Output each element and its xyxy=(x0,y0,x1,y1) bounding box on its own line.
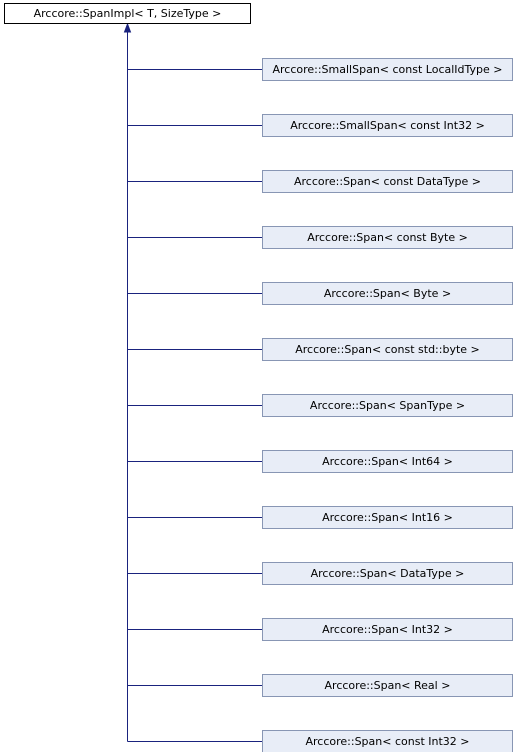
derived-class-label: Arccore::SmallSpan< const LocalIdType > xyxy=(272,63,502,76)
derived-class-node[interactable]: Arccore::Span< const Byte > xyxy=(262,226,513,249)
derived-class-label: Arccore::Span< DataType > xyxy=(311,567,465,580)
derived-class-label: Arccore::Span< SpanType > xyxy=(310,399,465,412)
derived-class-label: Arccore::Span< const Int32 > xyxy=(305,735,469,748)
base-class-label: Arccore::SpanImpl< T, SizeType > xyxy=(34,7,222,20)
derived-class-node[interactable]: Arccore::Span< DataType > xyxy=(262,562,513,585)
derived-class-label: Arccore::Span< Int32 > xyxy=(322,623,453,636)
derived-class-label: Arccore::Span< Real > xyxy=(325,679,451,692)
inheritance-diagram: Arccore::SpanImpl< T, SizeType > Arccore… xyxy=(4,3,513,752)
base-class-node[interactable]: Arccore::SpanImpl< T, SizeType > xyxy=(4,3,251,24)
inheritance-edges xyxy=(123,22,263,742)
derived-class-node[interactable]: Arccore::Span< Int32 > xyxy=(262,618,513,641)
derived-class-label: Arccore::Span< Int64 > xyxy=(322,455,453,468)
derived-class-node[interactable]: Arccore::SmallSpan< const Int32 > xyxy=(262,114,513,137)
inheritance-arrowhead xyxy=(123,22,132,33)
derived-class-node[interactable]: Arccore::Span< Int16 > xyxy=(262,506,513,529)
derived-class-node[interactable]: Arccore::Span< Int64 > xyxy=(262,450,513,473)
derived-class-label: Arccore::Span< const DataType > xyxy=(294,175,481,188)
derived-class-label: Arccore::SmallSpan< const Int32 > xyxy=(290,119,485,132)
derived-class-nodes: Arccore::SmallSpan< const LocalIdType >A… xyxy=(262,58,513,752)
derived-class-node[interactable]: Arccore::Span< const DataType > xyxy=(262,170,513,193)
derived-class-node[interactable]: Arccore::Span< const std::byte > xyxy=(262,338,513,361)
derived-class-node[interactable]: Arccore::Span< const Int32 > xyxy=(262,730,513,752)
derived-class-node[interactable]: Arccore::Span< Byte > xyxy=(262,282,513,305)
derived-class-node[interactable]: Arccore::Span< Real > xyxy=(262,674,513,697)
derived-class-label: Arccore::Span< const std::byte > xyxy=(295,343,480,356)
derived-class-node[interactable]: Arccore::Span< SpanType > xyxy=(262,394,513,417)
derived-class-label: Arccore::Span< const Byte > xyxy=(307,231,468,244)
derived-class-node[interactable]: Arccore::SmallSpan< const LocalIdType > xyxy=(262,58,513,81)
derived-class-label: Arccore::Span< Byte > xyxy=(324,287,451,300)
derived-class-label: Arccore::Span< Int16 > xyxy=(322,511,453,524)
